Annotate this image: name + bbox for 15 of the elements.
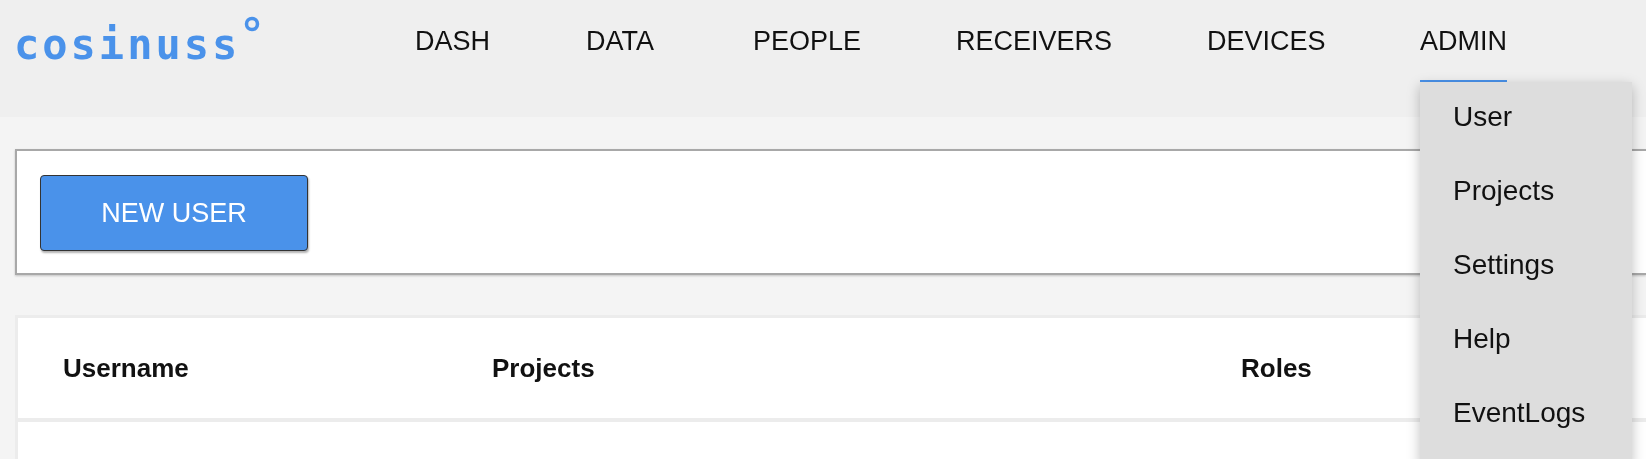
circle-icon — [244, 16, 261, 32]
nav-tab[interactable]: DEVICES — [1207, 0, 1326, 84]
menu-item[interactable]: User — [1420, 86, 1632, 160]
menu-item[interactable]: Help — [1420, 308, 1632, 382]
nav-tab[interactable]: DASH — [415, 0, 490, 84]
nav-tab[interactable]: DATA — [586, 0, 654, 84]
logo-text: cosinuss — [14, 24, 241, 66]
nav-tab[interactable]: RECEIVERS — [956, 0, 1113, 84]
menu-item[interactable]: EventLogs — [1420, 382, 1632, 456]
column-header: Projects — [492, 352, 596, 384]
column-header: Username — [63, 352, 190, 384]
menu-item[interactable]: Projects — [1420, 160, 1632, 234]
nav-tab[interactable]: PEOPLE — [753, 0, 862, 84]
column-header: Roles — [1241, 352, 1313, 384]
menu-item[interactable]: Settings — [1420, 234, 1632, 308]
